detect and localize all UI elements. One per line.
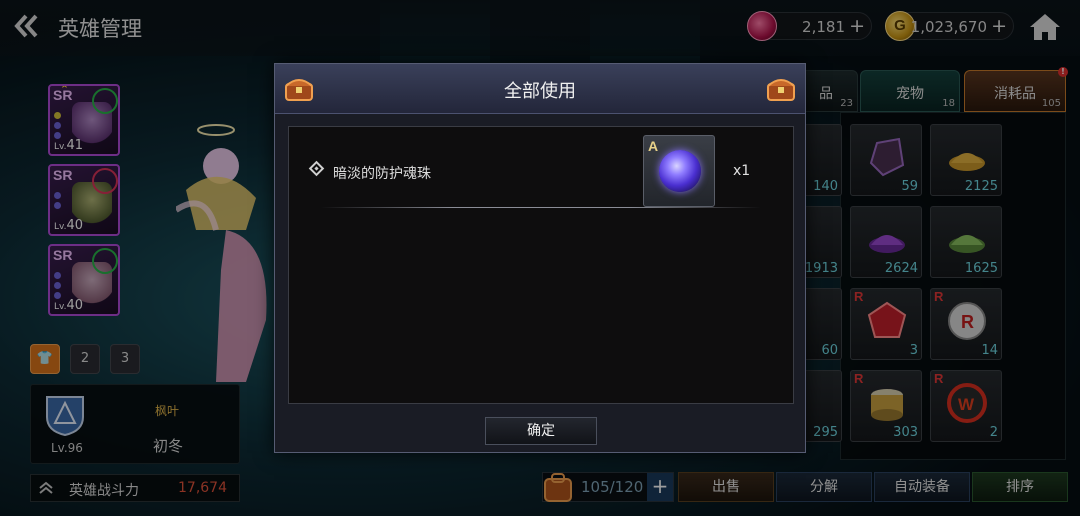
item-quantity: x1 [733,163,751,179]
item-grade: A [648,138,659,154]
use-item-row: 暗淡的防护魂珠 A x1 [289,127,769,209]
confirm-button[interactable]: 确定 [485,417,597,445]
chest-icon [767,79,795,101]
dialog-content: 暗淡的防护魂珠 A x1 [288,126,794,404]
dialog-header: 全部使用 [275,64,805,114]
row-divider [321,207,761,208]
diamond-bullet-icon [308,160,325,177]
item-slot[interactable]: A [643,135,715,207]
use-all-dialog: 全部使用 暗淡的防护魂珠 A x1 确定 [274,63,806,453]
blue-orb-icon [659,150,701,192]
item-name: 暗淡的防护魂珠 [333,166,431,182]
dialog-title: 全部使用 [504,81,576,102]
